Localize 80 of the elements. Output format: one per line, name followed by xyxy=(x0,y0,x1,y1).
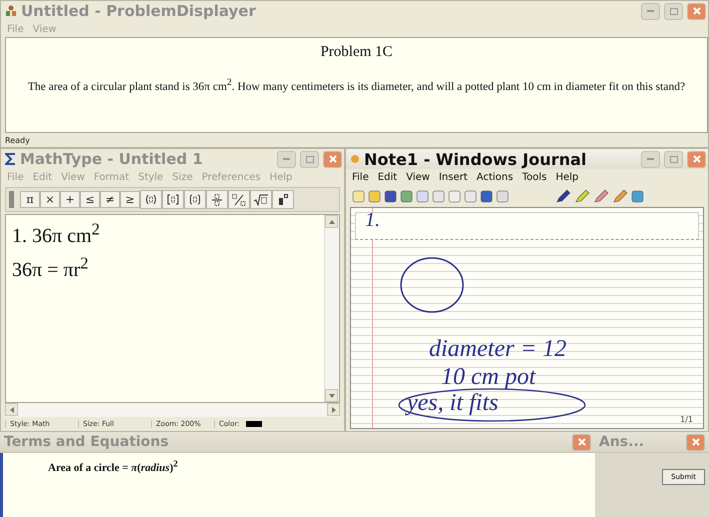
equation-text: Area of a circle = π(radius)$^{2}$ xyxy=(48,462,178,474)
horizontal-scrollbar[interactable] xyxy=(5,403,340,417)
minimize-icon xyxy=(283,158,290,160)
symbol-button[interactable]: ≥ xyxy=(120,191,140,208)
scrollbar[interactable] xyxy=(324,215,339,402)
menu-item[interactable]: Help xyxy=(556,172,579,182)
template-button[interactable] xyxy=(206,190,228,209)
close-button[interactable] xyxy=(572,434,591,450)
problem-heading: Problem 1C xyxy=(320,44,393,61)
handwritten-note: yes, it fits xyxy=(407,390,498,417)
close-button[interactable] xyxy=(687,150,706,168)
toolbar-grip[interactable] xyxy=(9,191,14,208)
close-icon xyxy=(692,438,700,446)
slash-fraction-template-icon xyxy=(232,194,246,206)
panel-title: Terms and Equations xyxy=(4,434,170,450)
template-button[interactable] xyxy=(162,190,184,209)
menu-item[interactable]: Edit xyxy=(378,172,398,182)
sigma-icon xyxy=(5,153,16,165)
maximize-icon xyxy=(670,156,678,162)
up-arrow-icon xyxy=(328,218,334,224)
parentheses-template-icon xyxy=(145,194,157,205)
handwritten-note: diameter = 12 xyxy=(429,336,567,363)
template-button[interactable] xyxy=(140,190,162,209)
fraction-template-icon xyxy=(212,194,222,206)
minimize-button[interactable] xyxy=(277,150,296,168)
panel-title: Ans... xyxy=(599,434,646,450)
close-icon xyxy=(692,155,700,163)
minimize-button[interactable] xyxy=(641,150,660,168)
math-expression: 1. 36π cm$^{2}$ xyxy=(12,219,101,248)
close-button[interactable] xyxy=(686,434,705,450)
superscript-template-icon xyxy=(278,194,288,206)
symbol-button[interactable]: ≤ xyxy=(80,191,100,208)
handwritten-title: 1. xyxy=(365,209,380,232)
maximize-button[interactable] xyxy=(664,150,683,168)
braces-template-icon xyxy=(189,194,201,205)
close-icon xyxy=(692,7,700,15)
note-page[interactable]: 1. diameter = 12 10 cm pot yes, it fits 1/1 xyxy=(350,207,704,429)
close-button[interactable] xyxy=(687,2,706,20)
window-title: MathType - Untitled 1 xyxy=(20,150,204,168)
menu-item[interactable]: Actions xyxy=(476,172,514,182)
close-icon xyxy=(328,155,336,163)
problem-question: The area of a circular plant stand is 36π cm$^{2}$. How many centimeters is its diameter, and will a potted plant 10 cm in diameter fit on this stand? xyxy=(28,76,686,95)
circle-sketch xyxy=(399,256,465,314)
square-root-template-icon xyxy=(254,194,268,206)
symbol-button[interactable]: ≠ xyxy=(100,191,120,208)
window-title: Untitled - ProblemDisplayer xyxy=(21,2,257,20)
menu-item[interactable]: Tools xyxy=(522,172,547,182)
maximize-icon xyxy=(670,8,678,14)
window-title: Note1 - Windows Journal xyxy=(364,150,588,168)
template-button[interactable] xyxy=(184,190,206,209)
close-button[interactable] xyxy=(323,150,342,168)
math-expression: 36π = πr$^{2}$ xyxy=(12,254,90,282)
minimize-button[interactable] xyxy=(641,2,660,20)
template-button[interactable] xyxy=(272,190,294,209)
menu-item[interactable]: View xyxy=(406,172,430,182)
app-icon xyxy=(5,5,17,17)
handwritten-note: 10 cm pot xyxy=(441,364,536,391)
symbol-button[interactable]: π xyxy=(20,191,40,208)
symbol-button[interactable]: + xyxy=(60,191,80,208)
template-button[interactable] xyxy=(228,190,250,209)
maximize-button[interactable] xyxy=(664,2,683,20)
maximize-icon xyxy=(306,156,314,162)
minimize-icon xyxy=(647,158,654,160)
left-arrow-icon xyxy=(8,406,14,412)
minimize-icon xyxy=(647,10,654,12)
symbol-button[interactable]: × xyxy=(40,191,60,208)
equation-editor[interactable]: 1. 36π cm$^{2}$ 36π = πr$^{2}$ xyxy=(5,214,340,403)
journal-icon xyxy=(350,154,360,164)
page-counter: 1/1 xyxy=(680,415,693,424)
close-icon xyxy=(578,438,586,446)
right-arrow-icon xyxy=(330,406,336,412)
highlighter-icon[interactable] xyxy=(574,189,590,203)
menu-item[interactable]: File xyxy=(352,172,369,182)
status-text: Ready xyxy=(5,136,30,144)
brackets-template-icon xyxy=(167,194,179,205)
menu-item[interactable]: Insert xyxy=(438,172,468,182)
down-arrow-icon xyxy=(328,392,334,398)
pen-icon[interactable] xyxy=(555,189,571,203)
maximize-button[interactable] xyxy=(300,150,319,168)
template-button[interactable] xyxy=(250,190,272,209)
